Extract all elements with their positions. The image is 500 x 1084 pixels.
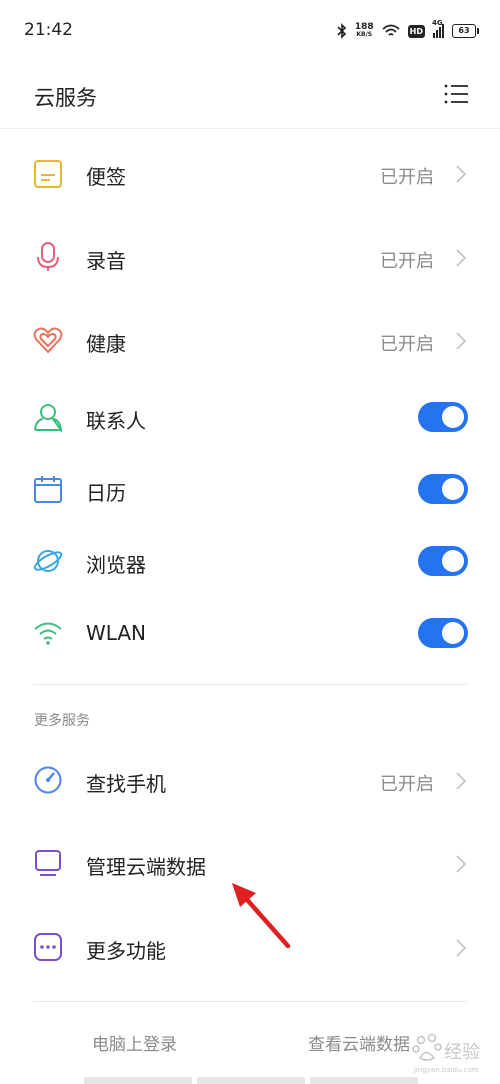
sync-item-calendar: 日历 [0,456,500,524]
bottom-bar-segment [197,1077,305,1084]
sync-item-label: 便签 [86,165,126,189]
more-item-label: 管理云端数据 [86,855,206,879]
bluetooth-icon [337,23,346,39]
watermark-logo-icon [412,1033,442,1061]
notes-icon [34,160,62,188]
health-heart-icon [33,327,63,354]
bottom-bar-segment [84,1077,192,1084]
contacts-toggle[interactable] [418,402,468,432]
sync-item-recording[interactable]: 录音 已开启 [0,214,500,302]
header-divider [0,128,500,129]
sync-item-status: 已开启 [380,334,434,355]
find-phone-icon [34,766,62,794]
list-menu-button[interactable] [444,82,470,106]
chevron-right-icon [456,165,467,183]
more-item-label: 查找手机 [86,772,166,796]
status-bar: 21:42 188 KB/S HD 4G 63 [0,0,500,60]
sync-item-browser: 浏览器 [0,528,500,596]
chevron-right-icon [456,249,467,267]
sync-item-label: 浏览器 [86,553,146,577]
sync-item-label: 日历 [86,481,126,505]
more-item-find-phone[interactable]: 查找手机 已开启 [0,737,500,823]
watermark-subtext: jingyan.baidu.com [414,1066,479,1074]
cell-signal: 4G [432,19,444,38]
chevron-right-icon [456,332,467,350]
network-type: 4G [432,19,443,27]
sync-item-notes[interactable]: 便签 已开启 [0,130,500,218]
toggle-knob [442,550,464,572]
status-icons: 188 KB/S HD 4G 63 [337,19,479,42]
manage-data-icon [35,850,61,876]
sync-item-health[interactable]: 健康 已开启 [0,297,500,385]
toggle-knob [442,622,464,644]
hd-badge: HD [407,24,425,38]
sync-item-label: WLAN [86,621,147,645]
watermark-text: 经验 [444,1042,480,1063]
calendar-toggle[interactable] [418,474,468,504]
more-functions-icon [34,933,62,961]
browser-icon [33,550,63,572]
chevron-right-icon [456,772,467,790]
watermark: 经验 jingyan.baidu.com [410,1030,490,1078]
status-time: 21:42 [24,20,73,40]
sync-item-label: 联系人 [86,409,146,433]
toggle-knob [442,406,464,428]
toggle-knob [442,478,464,500]
chevron-right-icon [456,855,467,873]
more-item-status: 已开启 [380,774,434,795]
wifi-status-icon [382,24,400,36]
pc-login-button[interactable]: 电脑上登录 [92,1030,177,1055]
bottom-bar-segment [310,1077,418,1084]
bottom-divider [33,1001,467,1002]
app-header: 云服务 [0,60,500,128]
microphone-icon [37,242,59,271]
page-title: 云服务 [34,86,97,110]
browser-toggle[interactable] [418,546,468,576]
section-divider [33,684,467,685]
wifi-icon [34,622,62,645]
sync-item-wlan: WLAN [0,600,500,668]
chevron-right-icon [456,939,467,957]
sync-item-contacts: 联系人 [0,384,500,452]
signal-bar [439,27,441,38]
more-item-label: 更多功能 [86,939,166,963]
sync-item-label: 健康 [86,332,126,356]
sync-item-status: 已开启 [380,167,434,188]
contacts-icon [34,404,63,432]
sync-item-status: 已开启 [380,251,434,272]
signal-bar [436,30,438,38]
sync-item-label: 录音 [86,249,126,273]
section-header-more-services: 更多服务 [34,713,90,729]
network-speed-unit: KB/S [356,31,373,38]
network-speed-value: 188 [354,22,374,32]
list-menu-icon [444,84,468,104]
wlan-toggle[interactable] [418,618,468,648]
annotation-arrow-icon [232,883,291,949]
signal-bar [433,33,435,38]
calendar-icon [34,476,62,503]
battery-indicator: 63 [452,24,479,38]
view-cloud-data-button[interactable]: 查看云端数据 [308,1030,410,1055]
network-speed: 188 KB/S [355,23,374,39]
